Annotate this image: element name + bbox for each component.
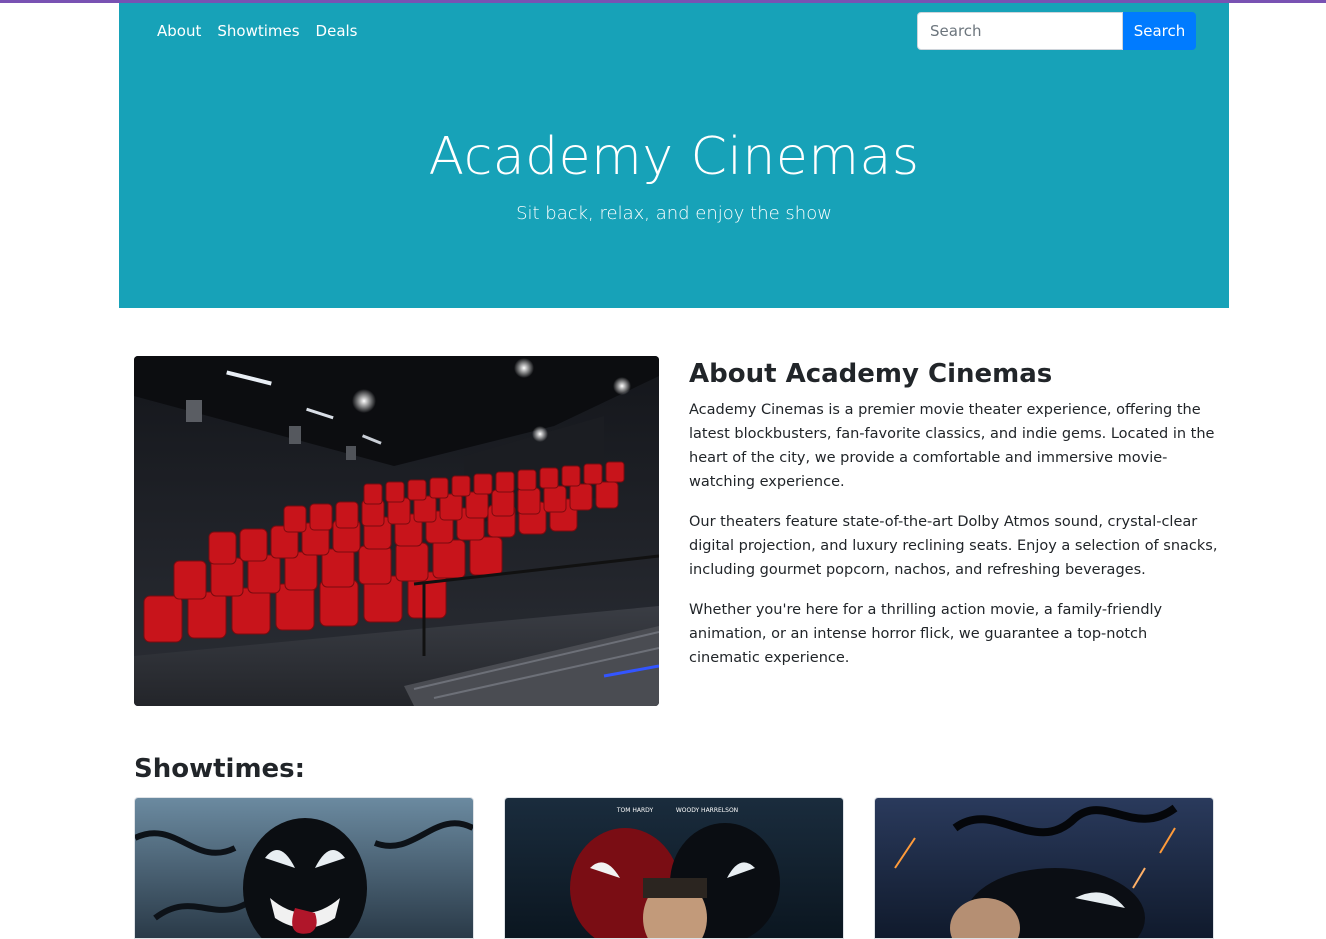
about-section: About Academy Cinemas Academy Cinemas is… [689,356,1219,686]
poster-credit-1: TOM HARDY [616,807,654,814]
poster-credit-2: WOODY HARRELSON [676,807,738,814]
nav-links: About Showtimes Deals [157,3,358,59]
movie-poster-3[interactable] [874,797,1214,939]
hero-jumbotron: Academy Cinemas Sit back, relax, and enj… [119,59,1229,308]
about-heading: About Academy Cinemas [689,359,1053,389]
nav-link-deals[interactable]: Deals [316,22,358,40]
search-form: Search [917,12,1196,50]
about-paragraph-3: Whether you're here for a thrilling acti… [689,602,1163,666]
about-paragraph-2: Our theaters feature state-of-the-art Do… [689,514,1218,578]
nav-link-about[interactable]: About [157,22,201,40]
navbar: About Showtimes Deals Search [119,3,1229,59]
theater-seats-image [134,356,659,706]
showtimes-heading: Showtimes: [134,754,306,784]
hero-subtitle: Sit back, relax, and enjoy the show [516,203,832,224]
hero-title: Academy Cinemas [428,127,920,187]
search-input[interactable] [917,12,1123,50]
movie-poster-2[interactable]: TOM HARDY WOODY HARRELSON [504,797,844,939]
nav-link-showtimes[interactable]: Showtimes [217,22,299,40]
search-button[interactable]: Search [1123,12,1196,50]
movie-poster-1[interactable] [134,797,474,939]
about-paragraph-1: Academy Cinemas is a premier movie theat… [689,402,1215,490]
